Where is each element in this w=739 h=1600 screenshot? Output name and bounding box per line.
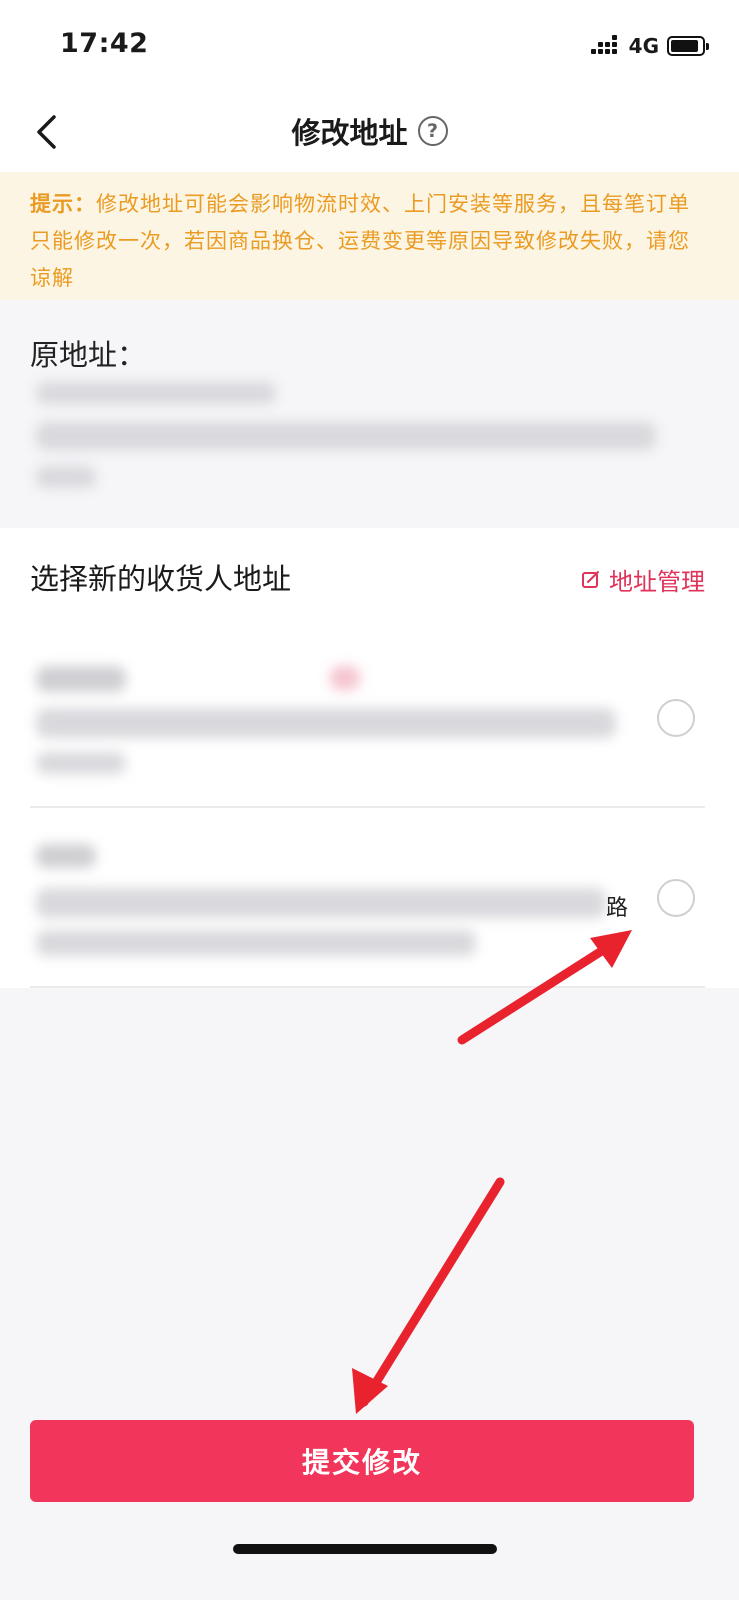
notice-banner: 提示：修改地址可能会影响物流时效、上门安装等服务，且每笔订单只能修改一次，若因商… (0, 172, 739, 300)
edit-icon (582, 570, 599, 588)
original-address-label: 原地址： (30, 338, 147, 372)
address-blurred-name (36, 666, 126, 692)
original-address-blurred-line (36, 422, 656, 450)
battery-icon (667, 36, 709, 56)
new-address-title: 选择新的收货人地址 (30, 562, 292, 596)
address-blurred-line (36, 708, 616, 738)
help-icon[interactable]: ? (417, 116, 448, 146)
original-address-blurred-line (36, 466, 96, 488)
notice-text: 修改地址可能会影响物流时效、上门安装等服务，且每笔订单只能修改一次，若因商品换仓… (30, 192, 690, 290)
address-manage-link[interactable]: 地址管理 (581, 562, 705, 597)
nav-bar: 修改地址 ? (0, 90, 739, 172)
address-blurred-line (36, 752, 126, 774)
address-radio[interactable] (657, 879, 695, 917)
new-address-section: 选择新的收货人地址 地址管理 路 (0, 528, 739, 988)
address-blurred-name (36, 844, 96, 868)
address-blurred-line (36, 888, 606, 918)
address-option[interactable]: 路 (0, 808, 739, 988)
home-indicator (233, 1544, 497, 1554)
nav-title-group: 修改地址 ? (0, 110, 739, 152)
status-indicators: 4G (590, 34, 709, 58)
address-radio[interactable] (657, 699, 695, 737)
original-address-blurred-line (36, 382, 276, 404)
page: 17:42 4G 修改地址 ? 提示：修改地址可能会影响物流时效、上门安装等服务… (0, 0, 739, 1600)
divider (30, 986, 705, 988)
address-tail-text: 路 (606, 896, 629, 921)
annotation-arrow-to-submit (352, 1177, 505, 1414)
status-bar: 17:42 4G (0, 0, 739, 90)
original-address-section: 原地址： (0, 300, 739, 528)
signal-icon (590, 35, 621, 57)
notice-label: 提示： (30, 192, 96, 216)
network-label: 4G (628, 34, 659, 58)
address-blurred-line (36, 930, 476, 956)
address-option[interactable] (0, 628, 739, 808)
page-title: 修改地址 (291, 116, 408, 150)
address-manage-label: 地址管理 (609, 568, 705, 596)
address-blurred-tag (330, 666, 360, 690)
status-time: 17:42 (60, 28, 149, 59)
submit-button[interactable]: 提交修改 (30, 1420, 694, 1502)
